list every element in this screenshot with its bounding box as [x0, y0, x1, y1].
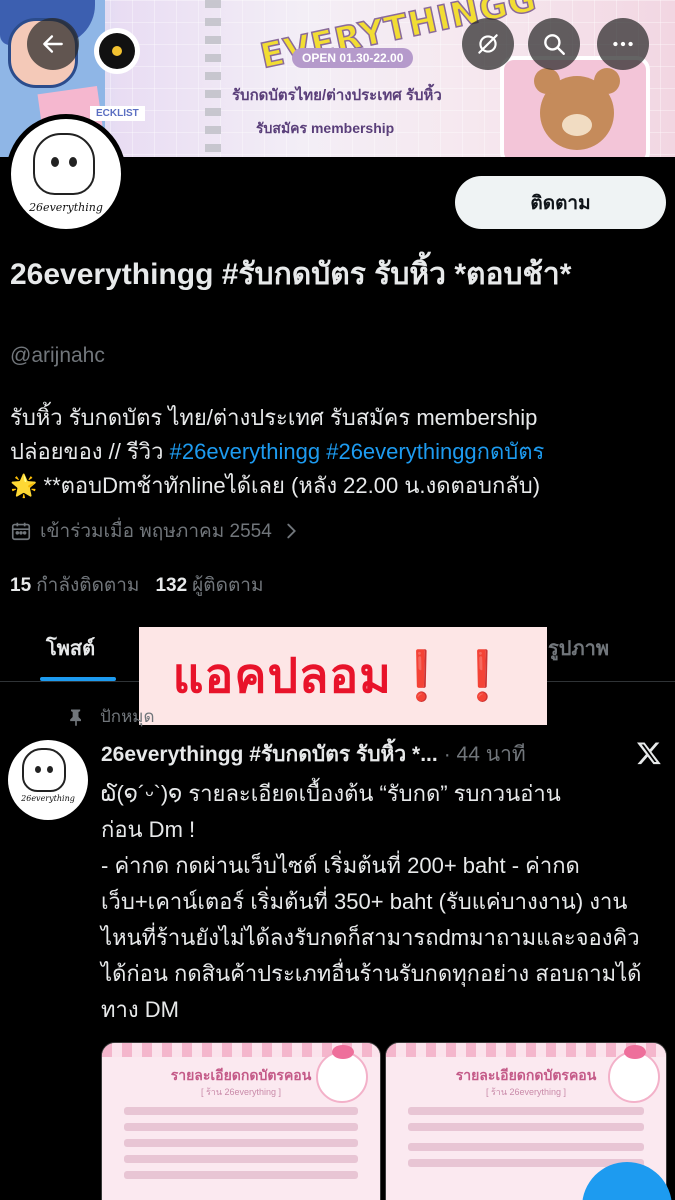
more-icon — [613, 41, 633, 47]
media-subtitle: [ ร้าน 26everything ] — [200, 1087, 282, 1097]
banner-checklist-label: ECKLIST — [90, 106, 145, 121]
media-text-line — [408, 1123, 644, 1131]
banner-text-line1: รับกดบัตรไทย/ต่างประเทศ รับหิ้ว — [232, 87, 442, 104]
banner-open-hours: OPEN 01.30-22.00 — [292, 48, 414, 68]
media-text-line — [124, 1139, 358, 1147]
profile-bio: รับหิ้ว รับกดบัตร ไทย/ต่างประเทศ รับสมัค… — [10, 401, 670, 503]
post-timestamp[interactable]: · 44 นาที — [444, 738, 526, 771]
eye-slash-icon — [478, 34, 498, 54]
media-title: รายละเอียดกดบัตรคอน — [170, 1067, 312, 1083]
disc-center — [99, 33, 135, 69]
media-text-line — [124, 1123, 358, 1131]
bear-muzzle — [562, 114, 592, 136]
pinned-label: ปักหมุด — [100, 707, 155, 726]
follow-button[interactable]: ติดตาม — [455, 176, 666, 229]
tab-posts[interactable]: โพสต์ — [46, 632, 95, 664]
bio-line2: ปล่อยของ // รีวิว #26everythingg #26ever… — [10, 435, 670, 469]
profile-display-name: 26everythingg #รับกดบัตร รับหิ้ว *ตอบช้า… — [10, 258, 572, 291]
media-text-line — [408, 1143, 644, 1151]
followers-label: ผู้ติดตาม — [192, 575, 264, 596]
hide-button[interactable] — [462, 18, 514, 70]
back-arrow-icon — [43, 35, 63, 53]
active-tab-indicator — [40, 677, 116, 681]
media-text-line — [124, 1171, 358, 1179]
bio-line3: 🌟 **ตอบDmช้าทักlineได้เลย (หลัง 22.00 น.… — [10, 473, 541, 498]
pinned-indicator: ปักหมุด — [66, 703, 155, 730]
bio-hashtag-1[interactable]: #26everythingg — [170, 439, 320, 464]
avatar-brand-text: 26everything — [29, 201, 103, 214]
media-text-line — [124, 1155, 358, 1163]
bio-line2-prefix: ปล่อยของ // รีวิว — [10, 439, 170, 464]
back-button[interactable] — [27, 18, 79, 70]
followers-link[interactable]: 132 ผู้ติดตาม — [155, 570, 263, 600]
banner-bear-art — [534, 68, 620, 150]
media-subtitle: [ ร้าน 26everything ] — [485, 1087, 567, 1097]
post-avatar-brand: 26everything — [21, 794, 75, 803]
media-text-line — [124, 1107, 358, 1115]
media-title: รายละเอียดกดบัตรคอน — [455, 1067, 597, 1083]
post-header: 26everythingg #รับกดบัตร รับหิ้ว *... · … — [101, 738, 526, 771]
more-button[interactable] — [597, 18, 649, 70]
following-count: 15 — [10, 575, 32, 596]
chevron-right-icon — [287, 523, 296, 539]
avatar-ghost-drawing — [33, 133, 95, 195]
followers-count: 132 — [155, 575, 188, 596]
fake-account-warning-label: แอคปลอม❗️❗️ — [139, 627, 547, 725]
vinyl-disc-icon[interactable] — [94, 28, 140, 74]
joined-date-text: เข้าร่วมเมื่อ พฤษภาคม 2554 — [40, 521, 272, 542]
banner-spiral-binding — [205, 0, 221, 157]
banner-text-line2: รับสมัคร membership — [256, 120, 395, 136]
joined-date[interactable]: เข้าร่วมเมื่อ พฤษภาคม 2554 — [10, 516, 302, 546]
tab-media[interactable]: รูปภาพ — [548, 632, 609, 664]
post-author-name[interactable]: 26everythingg #รับกดบัตร รับหิ้ว *... — [101, 738, 438, 771]
bio-line1: รับหิ้ว รับกดบัตร ไทย/ต่างประเทศ รับสมัค… — [10, 405, 538, 430]
search-button[interactable] — [528, 18, 580, 70]
post-media-image-1[interactable]: รายละเอียดกดบัตรคอน [ ร้าน 26everything … — [101, 1042, 381, 1200]
media-text-line — [408, 1107, 644, 1115]
post-body-line1: ໖(໑´ᵕ`)໑ รายละเอียดเบื้องต้น “รับกด” รบก… — [101, 781, 561, 806]
pin-icon — [70, 709, 81, 726]
following-link[interactable]: 15 กำลังติดตาม — [10, 570, 139, 600]
post-avatar[interactable]: 26everything — [8, 740, 88, 820]
bio-hashtag-2[interactable]: #26everythinggกดบัตร — [326, 439, 544, 464]
post-body-line2: ก่อน Dm ! — [101, 817, 196, 842]
calendar-icon — [11, 522, 31, 541]
profile-handle: @arijnahc — [10, 344, 105, 367]
post-body: ໖(໑´ᵕ`)໑ รายละเอียดเบื้องต้น “รับกด” รบก… — [101, 776, 661, 1028]
following-label: กำลังติดตาม — [36, 575, 140, 596]
post-body-line3: - ค่ากด กดผ่านเว็บไซต์ เริ่มต้นที่ 200+ … — [101, 853, 642, 1022]
profile-stats: 15 กำลังติดตาม 132 ผู้ติดตาม — [10, 570, 264, 600]
avatar-image: 26everything — [11, 119, 121, 229]
search-icon — [544, 34, 565, 55]
post-avatar-ghost — [22, 748, 66, 792]
x-logo-icon — [636, 742, 661, 765]
profile-avatar[interactable]: 26everything — [6, 114, 126, 234]
